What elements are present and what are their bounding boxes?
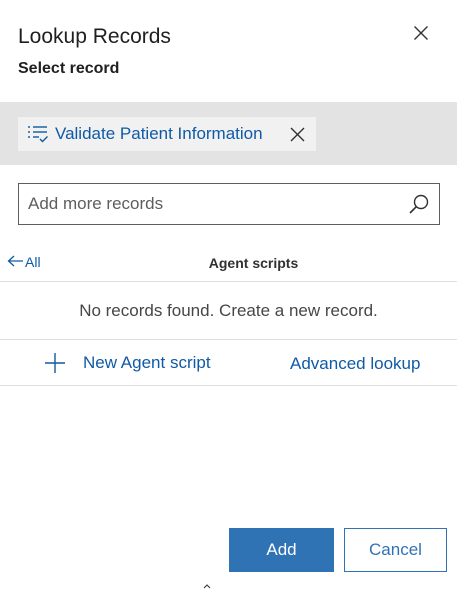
plus-icon <box>44 352 66 374</box>
search-button[interactable] <box>407 192 431 216</box>
list-check-icon <box>27 124 49 144</box>
advanced-lookup-link[interactable]: Advanced lookup <box>290 354 420 374</box>
new-record-label[interactable]: New Agent script <box>83 353 211 373</box>
search-field[interactable] <box>18 183 440 225</box>
lookup-records-dialog: Lookup Records Select record Validate Pa… <box>0 0 457 590</box>
selected-records-area: Validate Patient Information <box>0 102 457 165</box>
selected-record-chip[interactable]: Validate Patient Information <box>18 117 316 151</box>
results-header: All Agent scripts <box>0 244 457 282</box>
remove-record-button[interactable] <box>286 123 308 145</box>
new-record-button[interactable]: New Agent script <box>44 352 211 374</box>
empty-results-message: No records found. Create a new record. <box>0 282 457 340</box>
dialog-title: Lookup Records <box>18 25 171 48</box>
dialog-subtitle: Select record <box>18 60 120 77</box>
chevron-up-icon[interactable] <box>203 583 211 589</box>
close-icon <box>290 127 304 141</box>
close-icon <box>414 26 428 40</box>
close-button[interactable] <box>408 20 434 46</box>
selected-record-label[interactable]: Validate Patient Information <box>55 124 263 144</box>
search-input[interactable] <box>19 184 399 224</box>
add-button[interactable]: Add <box>229 528 334 572</box>
entity-title: Agent scripts <box>208 255 299 271</box>
lookup-actions-row: New Agent script Advanced lookup <box>0 340 457 386</box>
search-icon <box>409 194 429 214</box>
cancel-button[interactable]: Cancel <box>344 528 447 572</box>
